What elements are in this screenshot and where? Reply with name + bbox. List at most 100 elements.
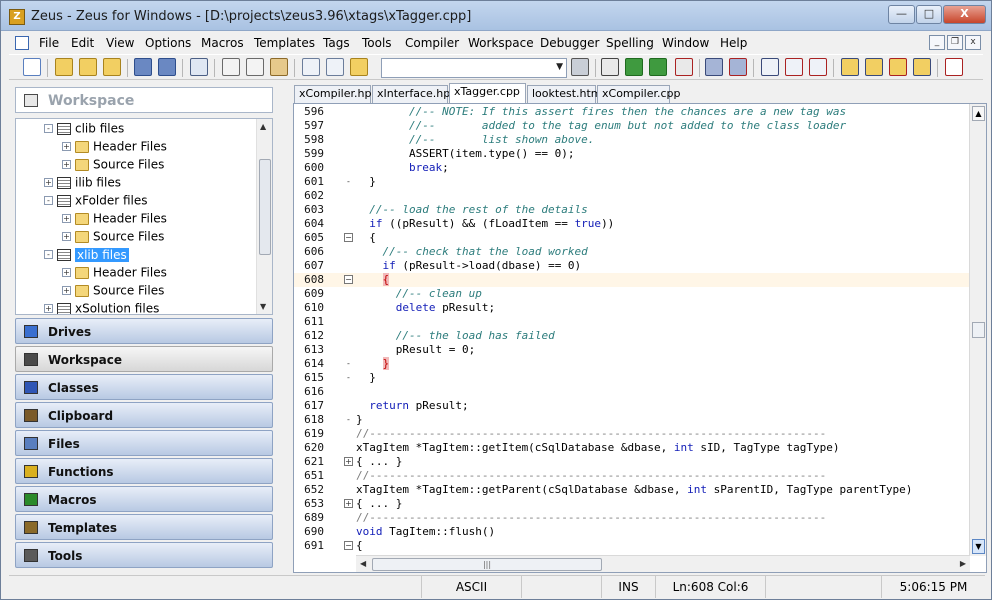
spell-check-icon[interactable] bbox=[945, 58, 963, 76]
code-editor[interactable]: 596 //-- NOTE: If this assert fires then… bbox=[293, 103, 987, 573]
scroll-left-icon[interactable]: ◀ bbox=[360, 559, 366, 568]
code-line[interactable]: 618 -} bbox=[294, 413, 970, 427]
menu-templates[interactable]: Templates bbox=[254, 36, 315, 50]
fold-expand-icon[interactable]: + bbox=[344, 499, 353, 508]
replace-icon[interactable] bbox=[326, 58, 344, 76]
copy-icon[interactable] bbox=[246, 58, 264, 76]
tag-lookup-icon[interactable] bbox=[761, 58, 779, 76]
tree-scroll-thumb[interactable] bbox=[259, 159, 271, 255]
compile-icon[interactable] bbox=[841, 58, 859, 76]
tree-toggle-icon[interactable]: + bbox=[62, 214, 71, 223]
menu-tags[interactable]: Tags bbox=[323, 36, 350, 50]
panel-section-clipboard[interactable]: Clipboard bbox=[15, 402, 273, 428]
code-line[interactable]: 601 - } bbox=[294, 175, 970, 189]
make-icon[interactable] bbox=[865, 58, 883, 76]
code-line[interactable]: 653 +{ ... } bbox=[294, 497, 970, 511]
tree-folder-item[interactable]: + Header Files bbox=[62, 211, 167, 229]
menu-workspace[interactable]: Workspace bbox=[468, 36, 534, 50]
bookmark-icon[interactable] bbox=[601, 58, 619, 76]
chevron-down-icon[interactable]: ▼ bbox=[556, 62, 563, 72]
clear-bookmarks-icon[interactable] bbox=[675, 58, 693, 76]
code-line[interactable]: 608 − { bbox=[294, 273, 970, 287]
fold-collapse-icon[interactable]: − bbox=[344, 275, 353, 284]
code-line[interactable]: 602 bbox=[294, 189, 970, 203]
fold-collapse-icon[interactable]: − bbox=[344, 233, 353, 242]
code-line[interactable]: 599 ASSERT(item.type() == 0); bbox=[294, 147, 970, 161]
tab-xinterface-hpp[interactable]: xInterface.hpp bbox=[372, 85, 457, 103]
tree-folder-item[interactable]: + Header Files bbox=[62, 139, 167, 157]
tree-folder-item[interactable]: + Source Files bbox=[62, 157, 164, 175]
menu-spelling[interactable]: Spelling bbox=[606, 36, 654, 50]
find-in-files-icon[interactable] bbox=[350, 58, 368, 76]
menu-file[interactable]: File bbox=[39, 36, 59, 50]
code-line[interactable]: 596 //-- NOTE: If this assert fires then… bbox=[294, 105, 970, 119]
arrow-down-icon[interactable] bbox=[649, 58, 667, 76]
maximize-button[interactable]: □ bbox=[916, 5, 942, 24]
menu-compiler[interactable]: Compiler bbox=[405, 36, 459, 50]
open-project-icon[interactable] bbox=[79, 58, 97, 76]
menu-edit[interactable]: Edit bbox=[71, 36, 94, 50]
unindent-icon[interactable] bbox=[729, 58, 747, 76]
menu-debugger[interactable]: Debugger bbox=[540, 36, 599, 50]
scroll-up-icon[interactable]: ▲ bbox=[972, 106, 985, 121]
tree-toggle-icon[interactable]: + bbox=[62, 286, 71, 295]
workspace-tree[interactable]: + xSolution files + Source Files + Header Fil… bbox=[15, 118, 273, 315]
tree-scrollbar[interactable]: ▲ ▼ bbox=[256, 119, 272, 314]
tab-xcompiler-hpp[interactable]: xCompiler.hpp bbox=[294, 85, 378, 103]
editor-hscroll-thumb[interactable]: ||| bbox=[372, 558, 602, 571]
tree-toggle-icon[interactable]: - bbox=[44, 124, 53, 133]
code-line[interactable]: 652 xTagItem *TagItem::getParent(cSqlData… bbox=[294, 483, 970, 497]
code-line[interactable]: 600 break; bbox=[294, 161, 970, 175]
panel-section-tools[interactable]: Tools bbox=[15, 542, 273, 568]
panel-section-drives[interactable]: Drives bbox=[15, 318, 273, 344]
minimize-button[interactable]: — bbox=[888, 5, 915, 24]
tree-toggle-icon[interactable]: + bbox=[62, 268, 71, 277]
tab-xtagger-cpp[interactable]: xTagger.cpp bbox=[449, 83, 526, 103]
tree-toggle-icon[interactable]: + bbox=[62, 232, 71, 241]
panel-section-macros[interactable]: Macros bbox=[15, 486, 273, 512]
tree-folder-item[interactable]: + Source Files bbox=[62, 283, 164, 301]
code-line[interactable]: 605 − { bbox=[294, 231, 970, 245]
code-line[interactable]: 617 return pResult; bbox=[294, 399, 970, 413]
code-line[interactable]: 610 delete pResult; bbox=[294, 301, 970, 315]
code-line[interactable]: 603 //-- load the rest of the details bbox=[294, 203, 970, 217]
execute-icon[interactable] bbox=[913, 58, 931, 76]
code-line[interactable]: 615 - } bbox=[294, 371, 970, 385]
tree-project-item[interactable]: + ilib files bbox=[44, 175, 121, 193]
tree-folder-item[interactable]: + Source Files bbox=[62, 229, 164, 247]
code-line[interactable]: 614 - } bbox=[294, 357, 970, 371]
mdi-close-button[interactable]: x bbox=[965, 35, 981, 50]
tab-looktest-html[interactable]: looktest.html bbox=[527, 85, 605, 103]
new-file-icon[interactable] bbox=[23, 58, 41, 76]
panel-section-templates[interactable]: Templates bbox=[15, 514, 273, 540]
save-all-icon[interactable] bbox=[158, 58, 176, 76]
cut-icon[interactable] bbox=[222, 58, 240, 76]
indent-icon[interactable] bbox=[705, 58, 723, 76]
code-line[interactable]: 689 //-----------------------------------… bbox=[294, 511, 970, 525]
fold-collapse-icon[interactable]: − bbox=[344, 541, 353, 550]
rebuild-icon[interactable] bbox=[889, 58, 907, 76]
tab-xcompiler-cpp[interactable]: xCompiler.cpp bbox=[597, 85, 681, 103]
tree-toggle-icon[interactable]: + bbox=[44, 304, 53, 313]
code-line[interactable]: 604 if ((pResult) && (fLoadItem == true)… bbox=[294, 217, 970, 231]
find-combo[interactable]: ▼ bbox=[381, 58, 567, 78]
menu-options[interactable]: Options bbox=[145, 36, 191, 50]
code-line[interactable]: 651 //-----------------------------------… bbox=[294, 469, 970, 483]
scroll-down-icon[interactable]: ▼ bbox=[972, 539, 985, 554]
zeus-app-icon[interactable]: Z bbox=[9, 9, 25, 25]
mdi-minimize-button[interactable]: _ bbox=[929, 35, 945, 50]
tree-toggle-icon[interactable]: + bbox=[62, 160, 71, 169]
tree-project-item[interactable]: - xFolder files bbox=[44, 193, 148, 211]
print-preview-icon[interactable] bbox=[190, 58, 208, 76]
arrow-up-icon[interactable] bbox=[625, 58, 643, 76]
code-line[interactable]: 691 −{ bbox=[294, 539, 970, 553]
code-line[interactable]: 598 //-- list shown above. bbox=[294, 133, 970, 147]
document-menu-icon[interactable] bbox=[15, 36, 29, 50]
panel-section-classes[interactable]: Classes bbox=[15, 374, 273, 400]
menu-tools[interactable]: Tools bbox=[362, 36, 392, 50]
code-line[interactable]: 619 //-----------------------------------… bbox=[294, 427, 970, 441]
code-line[interactable]: 613 pResult = 0; bbox=[294, 343, 970, 357]
code-line[interactable]: 616 bbox=[294, 385, 970, 399]
tree-toggle-icon[interactable]: + bbox=[62, 142, 71, 151]
scroll-right-icon[interactable]: ▶ bbox=[960, 559, 966, 568]
